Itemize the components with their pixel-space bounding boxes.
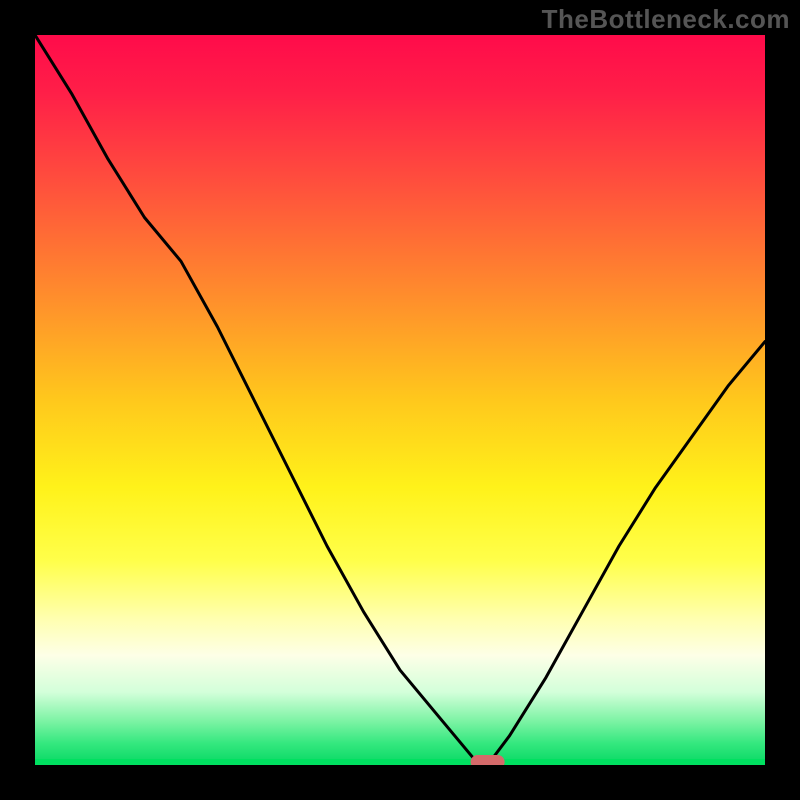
bottleneck-chart: TheBottleneck.com: [0, 0, 800, 800]
baseline-strip: [35, 759, 765, 765]
chart-gradient-bg: [35, 35, 765, 765]
chart-svg: [0, 0, 800, 800]
watermark-text: TheBottleneck.com: [542, 4, 790, 35]
